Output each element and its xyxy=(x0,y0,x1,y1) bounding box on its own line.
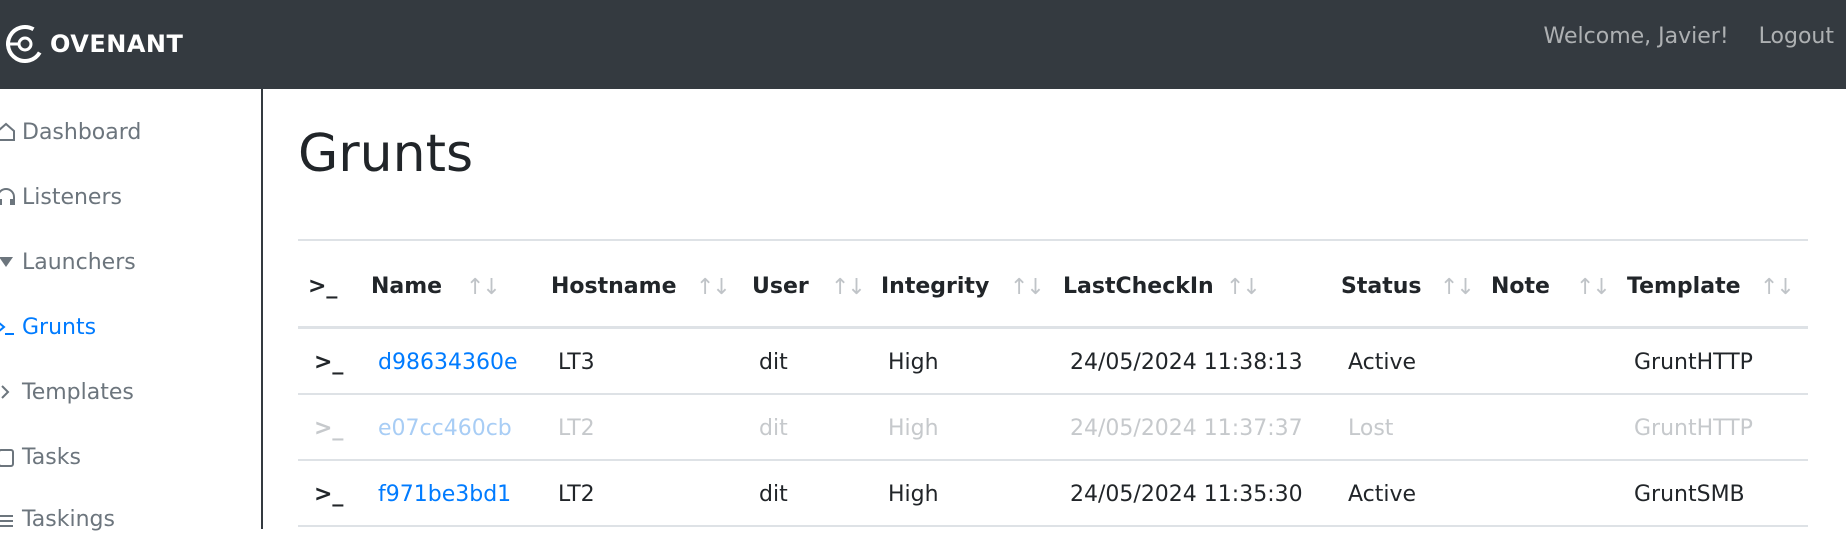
terminal-icon xyxy=(0,316,22,338)
sidebar-item-listeners[interactable]: Listeners xyxy=(0,177,122,217)
sidebar-item-label: Launchers xyxy=(22,249,136,275)
status-cell: Lost xyxy=(1348,416,1394,441)
covenant-logo-icon xyxy=(6,25,44,63)
grunt-name-link[interactable]: e07cc460cb xyxy=(378,416,512,441)
grunts-table: >_ Name ↑↓ Hostname ↑↓ User ↑↓ Integrity… xyxy=(298,239,1808,527)
interact-terminal-icon[interactable]: >_ xyxy=(314,350,343,375)
sort-hostname-icon[interactable]: ↑↓ xyxy=(696,275,731,300)
table-header: >_ Name ↑↓ Hostname ↑↓ User ↑↓ Integrity… xyxy=(298,241,1808,329)
lastcheckin-cell: 24/05/2024 11:38:13 xyxy=(1070,350,1303,375)
sidebar-item-label: Tasks xyxy=(22,444,81,470)
brand-name: OVENANT xyxy=(50,30,184,58)
lastcheckin-cell: 24/05/2024 11:35:30 xyxy=(1070,482,1303,507)
clipboard-icon xyxy=(0,446,22,468)
logout-link[interactable]: Logout xyxy=(1759,24,1834,49)
sidebar-item-templates[interactable]: Templates xyxy=(0,372,134,412)
rocket-icon xyxy=(0,251,22,273)
grunt-name-link[interactable]: d98634360e xyxy=(378,350,517,375)
tasks-icon xyxy=(0,508,22,530)
hostname-cell: LT2 xyxy=(558,482,595,507)
header-hostname[interactable]: Hostname xyxy=(551,274,677,299)
table-row: >_ e07cc460cb LT2 dit High 24/05/2024 11… xyxy=(298,395,1808,461)
sidebar-item-tasks[interactable]: Tasks xyxy=(0,437,81,477)
header-name[interactable]: Name xyxy=(371,274,442,299)
integrity-cell: High xyxy=(888,350,939,375)
sidebar-item-label: Taskings xyxy=(22,506,115,532)
sidebar: Dashboard Listeners Launchers Grunts Tem… xyxy=(0,89,263,532)
sidebar-item-taskings[interactable]: Taskings xyxy=(0,499,115,539)
user-cell: dit xyxy=(759,350,788,375)
headphones-icon xyxy=(0,186,22,208)
user-cell: dit xyxy=(759,416,788,441)
template-cell: GruntHTTP xyxy=(1634,350,1753,375)
sort-lastcheckin-icon[interactable]: ↑↓ xyxy=(1226,275,1261,300)
home-icon xyxy=(0,121,22,143)
table-row: >_ d98634360e LT3 dit High 24/05/2024 11… xyxy=(298,329,1808,395)
header-note[interactable]: Note xyxy=(1491,274,1550,299)
sort-template-icon[interactable]: ↑↓ xyxy=(1760,275,1795,300)
sidebar-item-dashboard[interactable]: Dashboard xyxy=(0,112,141,152)
sidebar-item-launchers[interactable]: Launchers xyxy=(0,242,136,282)
template-cell: GruntHTTP xyxy=(1634,416,1753,441)
integrity-cell: High xyxy=(888,482,939,507)
sidebar-item-label: Listeners xyxy=(22,184,122,210)
welcome-text: Welcome, Javier! xyxy=(1543,24,1729,49)
sort-status-icon[interactable]: ↑↓ xyxy=(1440,275,1475,300)
table-row: >_ f971be3bd1 LT2 dit High 24/05/2024 11… xyxy=(298,461,1808,527)
code-icon xyxy=(0,381,22,403)
integrity-cell: High xyxy=(888,416,939,441)
lastcheckin-cell: 24/05/2024 11:37:37 xyxy=(1070,416,1303,441)
interact-terminal-icon[interactable]: >_ xyxy=(314,482,343,507)
header-integrity[interactable]: Integrity xyxy=(881,274,989,299)
status-cell: Active xyxy=(1348,482,1417,507)
hostname-cell: LT3 xyxy=(558,350,595,375)
sort-name-icon[interactable]: ↑↓ xyxy=(466,275,501,300)
interact-terminal-icon[interactable]: >_ xyxy=(314,416,343,441)
sidebar-item-label: Grunts xyxy=(22,314,97,340)
status-cell: Active xyxy=(1348,350,1417,375)
sort-integrity-icon[interactable]: ↑↓ xyxy=(1010,275,1045,300)
hostname-cell: LT2 xyxy=(558,416,595,441)
grunt-name-link[interactable]: f971be3bd1 xyxy=(378,482,511,507)
terminal-header-icon: >_ xyxy=(308,274,338,299)
header-status[interactable]: Status xyxy=(1341,274,1421,299)
page-title: Grunts xyxy=(298,124,474,184)
sidebar-item-grunts[interactable]: Grunts xyxy=(0,307,96,347)
sidebar-item-label: Dashboard xyxy=(22,119,142,145)
header-template[interactable]: Template xyxy=(1627,274,1741,299)
header-lastcheckin[interactable]: LastCheckIn xyxy=(1063,274,1214,299)
user-cell: dit xyxy=(759,482,788,507)
header-user[interactable]: User xyxy=(752,274,809,299)
sidebar-item-label: Templates xyxy=(22,379,134,405)
template-cell: GruntSMB xyxy=(1634,482,1745,507)
sort-user-icon[interactable]: ↑↓ xyxy=(831,275,866,300)
top-navbar: OVENANT Welcome, Javier! Logout xyxy=(0,0,1846,89)
brand[interactable]: OVENANT xyxy=(2,20,183,68)
sort-note-icon[interactable]: ↑↓ xyxy=(1576,275,1611,300)
